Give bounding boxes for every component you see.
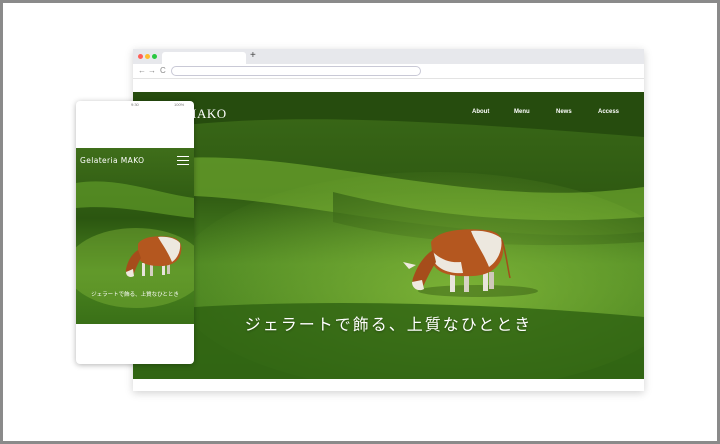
desktop-hero: Gelateria MAKO About Menu News Access ジェ… — [133, 92, 644, 379]
back-arrow-icon[interactable]: ← — [138, 65, 146, 77]
phone-status-bar: 9:30 100% — [76, 101, 194, 109]
pasture-with-cow-image — [133, 92, 644, 379]
nav-link-menu[interactable]: Menu — [514, 109, 530, 115]
new-tab-button[interactable]: + — [250, 50, 256, 62]
status-time: 9:30 — [131, 102, 139, 107]
mobile-hero-tagline: ジェラートで飾る、上質なひととき — [91, 292, 179, 298]
window-zoom-button[interactable] — [152, 54, 157, 59]
window-close-button[interactable] — [138, 54, 143, 59]
nav-link-about[interactable]: About — [472, 109, 489, 115]
address-bar[interactable] — [171, 66, 421, 76]
browser-tab-strip: + — [133, 49, 644, 64]
browser-toolbar: ← → C — [133, 64, 644, 79]
window-minimize-button[interactable] — [145, 54, 150, 59]
mobile-phone-mockup: 9:30 100% Gelateria MAKO ジェラートで飾る、上質なひとと… — [76, 101, 194, 364]
status-battery: 100% — [174, 102, 185, 107]
nav-link-news[interactable]: News — [556, 109, 572, 115]
desktop-hero-tagline: ジェラートで飾る、上質なひととき — [244, 315, 533, 334]
browser-tab[interactable] — [162, 52, 246, 64]
desktop-browser-window: + ← → C MAKO About Menu News Access ジェラー… — [133, 49, 644, 391]
reload-icon[interactable]: C — [160, 65, 166, 77]
menu-icon[interactable] — [177, 156, 189, 165]
nav-link-access[interactable]: Access — [598, 109, 619, 115]
mobile-site-logo[interactable]: Gelateria MAKO — [80, 156, 144, 165]
forward-arrow-icon[interactable]: → — [148, 65, 156, 77]
